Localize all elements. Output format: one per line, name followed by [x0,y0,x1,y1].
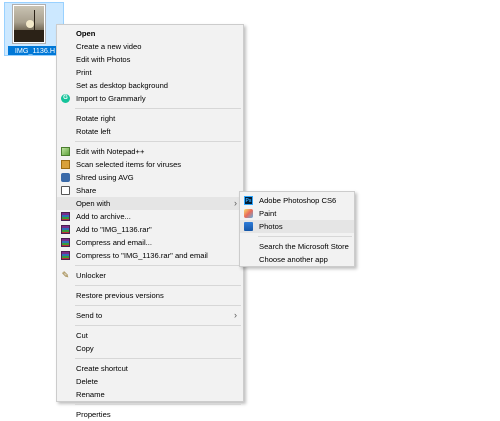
menu-item-scan-viruses[interactable]: Scan selected items for viruses [57,158,243,171]
menu-separator [75,325,241,326]
context-menu: Open Create a new video Edit with Photos… [56,24,244,419]
winrar-icon [61,212,70,221]
menu-item-share[interactable]: Share [57,184,243,197]
menu-separator [75,358,241,359]
winrar-icon [61,251,70,260]
menu-separator [75,265,241,266]
menu-item-shred-avg[interactable]: Shred using AVG [57,171,243,184]
submenu-item-paint[interactable]: Paint [240,207,354,220]
grammarly-icon: G [61,94,70,103]
menu-item-rotate-right[interactable]: Rotate right [57,112,243,125]
menu-separator [75,305,241,306]
menu-separator [75,108,241,109]
submenu-item-photoshop[interactable]: Ps Adobe Photoshop CS6 [240,194,354,207]
menu-item-import-grammarly[interactable]: G Import to Grammarly [57,92,243,105]
menu-item-send-to[interactable]: Send to › [57,309,243,322]
menu-item-edit-photos[interactable]: Edit with Photos [57,53,243,66]
photoshop-icon: Ps [244,196,253,205]
menu-separator [75,141,241,142]
paint-icon [244,209,253,218]
menu-separator [75,285,241,286]
desktop-file-icon[interactable]: IMG_1136.H [4,2,64,56]
winrar-icon [61,238,70,247]
chevron-right-icon: › [234,198,237,208]
menu-item-rename[interactable]: Rename [57,388,243,401]
menu-item-restore-versions[interactable]: Restore previous versions [57,289,243,302]
submenu-item-choose-app[interactable]: Choose another app [240,253,354,266]
winrar-icon [61,225,70,234]
avg-shred-icon [61,173,70,182]
image-thumbnail [13,5,45,43]
menu-item-set-background[interactable]: Set as desktop background [57,79,243,92]
photos-icon [244,222,253,231]
menu-item-edit-notepad[interactable]: Edit with Notepad++ [57,145,243,158]
menu-item-open-with[interactable]: Open with › [57,197,243,210]
submenu-item-search-store[interactable]: Search the Microsoft Store [240,240,354,253]
menu-item-compress-email[interactable]: Compress and email... [57,236,243,249]
submenu-item-photos[interactable]: Photos [240,220,354,233]
menu-item-open[interactable]: Open [57,27,243,40]
menu-item-create-shortcut[interactable]: Create shortcut [57,362,243,375]
menu-item-delete[interactable]: Delete [57,375,243,388]
menu-separator [258,236,352,237]
chevron-right-icon: › [234,310,237,320]
file-name-label: IMG_1136.H [8,46,62,55]
share-icon [61,186,70,195]
menu-item-cut[interactable]: Cut [57,329,243,342]
wand-icon: ✎ [61,270,70,280]
menu-item-add-archive[interactable]: Add to archive... [57,210,243,223]
menu-item-rotate-left[interactable]: Rotate left [57,125,243,138]
notepad-plus-plus-icon [61,147,70,156]
avg-scan-icon [61,160,70,169]
menu-separator [75,404,241,405]
menu-item-copy[interactable]: Copy [57,342,243,355]
menu-item-print[interactable]: Print [57,66,243,79]
menu-item-properties[interactable]: Properties [57,408,243,421]
menu-item-compress-rar-email[interactable]: Compress to "IMG_1136.rar" and email [57,249,243,262]
open-with-submenu: Ps Adobe Photoshop CS6 Paint Photos Sear… [239,191,355,267]
menu-item-create-video[interactable]: Create a new video [57,40,243,53]
menu-item-unlocker[interactable]: ✎ Unlocker [57,269,243,282]
menu-item-add-rar[interactable]: Add to "IMG_1136.rar" [57,223,243,236]
